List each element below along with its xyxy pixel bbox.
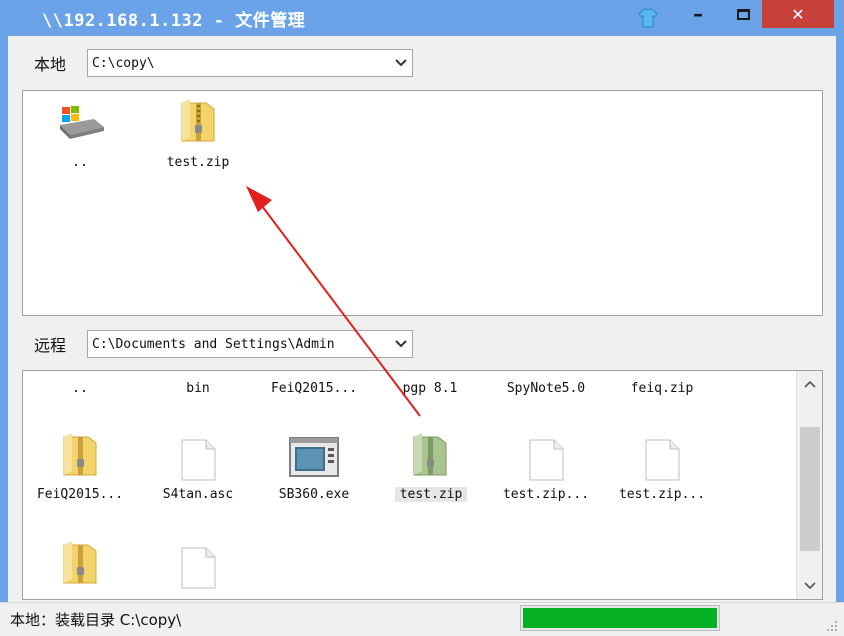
remote-item-folder-partial[interactable] [25,541,135,599]
remote-item-name: test.zip... [618,487,706,502]
blank-file-icon [529,439,564,481]
remote-item-name: FeiQ2015... [270,381,358,396]
remote-file-pane[interactable]: .. bin FeiQ2015... pgp 8.1 SpyNote5.0 fe… [22,370,823,600]
transfer-progress-bar [520,605,720,631]
close-button[interactable]: ✕ [762,0,834,28]
remote-item-feiq-zip-folder[interactable]: FeiQ2015... [25,433,135,505]
client-area: 本地 C:\copy\ .. test.zip 远程 C:\Documents … [8,36,836,602]
exe-window-icon [289,437,339,477]
windows-drive-icon [60,106,104,139]
remote-item-name: test.zip... [502,487,590,502]
remote-item-s4tan[interactable]: S4tan.asc [143,433,253,505]
remote-item-sb360[interactable]: SB360.exe [259,433,369,505]
remote-item-name: bin [186,381,210,396]
close-icon: ✕ [791,4,805,24]
skin-button[interactable] [636,6,660,30]
scroll-thumb[interactable] [800,427,820,551]
remote-item-name: pgp 8.1 [402,381,458,396]
chevron-down-icon[interactable] [390,50,412,76]
chevron-down-icon [804,582,816,590]
local-item-parent-name: .. [72,155,88,170]
remote-item-name: S4tan.asc [162,487,234,502]
local-path-value: C:\copy\ [92,55,155,71]
remote-item-pgp[interactable]: pgp 8.1 [375,371,485,401]
remote-item-bin[interactable]: bin [143,371,253,401]
remote-pane-scrollbar[interactable] [796,371,822,599]
remote-item-test-zip[interactable]: test.zip [375,433,485,505]
scroll-up-button[interactable] [797,371,822,397]
remote-item-test-zip-a[interactable]: test.zip... [491,433,601,505]
remote-item-spynote[interactable]: SpyNote5.0 [491,371,601,401]
remote-path-value: C:\Documents and Settings\Admin [92,336,335,352]
progress-fill [523,608,717,628]
remote-item-name: .. [72,381,88,396]
remote-item-name-selected: test.zip [395,487,467,502]
zip-folder-icon [181,99,215,142]
local-label: 本地 [34,55,67,74]
file-manager-window: \\192.168.1.132 - 文件管理 – ✕ 本地 C:\copy\ .… [0,0,844,636]
chevron-up-icon [804,380,816,388]
local-item-parent[interactable]: .. [25,99,135,170]
blank-file-icon [181,439,216,481]
remote-item-feiq-zip[interactable]: feiq.zip [607,371,717,401]
status-text: 本地：装载目录 C:\copy\ [10,611,182,629]
blank-file-icon [645,439,680,481]
local-item-test-zip-name: test.zip [166,155,230,170]
resize-grip-icon[interactable] [826,620,838,632]
remote-item-name: SpyNote5.0 [506,381,586,396]
local-path-combo[interactable]: C:\copy\ [87,49,413,77]
minimize-button[interactable]: – [683,0,713,28]
remote-item-name: SB360.exe [278,487,350,502]
local-file-pane[interactable]: .. test.zip [22,90,823,316]
minimize-icon: – [693,2,703,26]
remote-path-combo[interactable]: C:\Documents and Settings\Admin [87,330,413,358]
remote-item-name: feiq.zip [630,381,694,396]
shirt-icon [638,8,658,28]
scroll-down-button[interactable] [797,573,822,599]
blank-file-icon [181,547,216,589]
zip-folder-green-icon [413,433,447,476]
remote-item-test-zip-b[interactable]: test.zip... [607,433,717,505]
window-title: \\192.168.1.132 - 文件管理 [42,11,306,31]
local-item-test-zip[interactable]: test.zip [143,99,253,170]
maximize-icon [736,8,750,20]
zip-folder-icon [63,541,97,584]
remote-item-name: FeiQ2015... [36,487,124,502]
remote-item-feiq-folder[interactable]: FeiQ2015... [259,371,369,401]
remote-item-file-partial[interactable] [143,541,253,599]
remote-label: 远程 [34,336,67,355]
chevron-down-icon[interactable] [390,331,412,357]
remote-item-parent[interactable]: .. [25,371,135,401]
title-bar[interactable]: \\192.168.1.132 - 文件管理 – ✕ [0,0,844,36]
zip-folder-icon [63,433,97,476]
maximize-button[interactable] [728,0,758,28]
status-bar: 本地：装载目录 C:\copy\ [0,602,844,636]
